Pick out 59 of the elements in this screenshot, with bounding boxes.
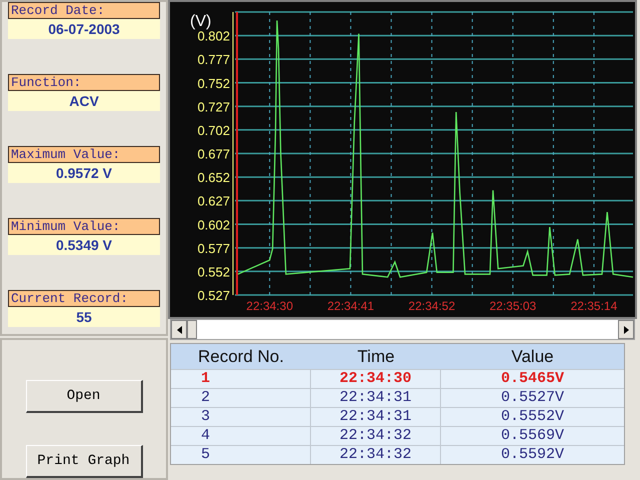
x-tick-label: 22:35:14: [570, 299, 618, 313]
y-tick-label: 0.527: [197, 288, 230, 303]
y-tick-label: 0.552: [197, 264, 230, 280]
field-value: ACV: [8, 91, 160, 111]
x-tick-label: 22:34:30: [246, 299, 293, 313]
scroll-right-button[interactable]: [618, 320, 634, 339]
action-button[interactable]: Open: [26, 380, 142, 413]
left-arrow-icon: [176, 326, 182, 334]
table-cell-text: 0.5592V: [500, 446, 565, 464]
y-tick-label: 0.702: [197, 122, 230, 138]
field-label: Minimum Value:: [8, 218, 160, 235]
right-arrow-icon: [624, 326, 628, 334]
table-cell: 22:34:32: [311, 427, 441, 445]
x-tick-label: 22:35:03: [490, 299, 536, 313]
y-tick-label: 0.577: [197, 240, 230, 256]
action-button[interactable]: Print Graph: [26, 445, 142, 478]
field-value: 0.9572 V: [8, 163, 160, 183]
y-tick-label: 0.652: [197, 170, 230, 186]
table-cell: 4: [171, 427, 311, 445]
table-cell-text: 0.5465V: [500, 370, 565, 388]
table-cell-text: 0.5552V: [500, 408, 565, 426]
table-cell: 22:34:31: [311, 389, 441, 407]
table-row[interactable]: 2 22:34:31 0.5527V: [171, 388, 624, 407]
y-tick-label: 0.727: [197, 99, 230, 114]
column-header[interactable]: Record No.: [171, 344, 311, 369]
y-tick-label: 0.752: [197, 76, 230, 91]
y-tick-label: 0.802: [197, 28, 230, 44]
field-label: Function:: [8, 74, 160, 91]
table-row[interactable]: 3 22:34:31 0.5552V: [171, 407, 624, 426]
table-cell: 5: [171, 446, 311, 464]
table-cell: 22:34:31: [311, 408, 441, 426]
y-axis-label: (V): [190, 13, 212, 30]
field-value: 55: [8, 307, 160, 327]
table-cell: 22:34:30: [311, 370, 441, 388]
y-tick-label: 0.777: [197, 52, 230, 68]
table-cell-text: 0.5569V: [500, 427, 565, 445]
x-tick-label: 22:34:41: [327, 299, 374, 313]
table-row[interactable]: 5 22:34:32 0.5592V: [171, 445, 624, 464]
y-tick-label: 0.677: [197, 146, 230, 162]
field-label: Maximum Value:: [8, 146, 160, 163]
column-header[interactable]: Value: [441, 344, 624, 369]
field-label: Current Record:: [8, 290, 160, 307]
x-tick-label: 22:34:52: [408, 299, 456, 313]
field-label: Record Date:: [8, 2, 160, 19]
scroll-left-button[interactable]: [171, 320, 187, 339]
y-tick-label: 0.627: [197, 194, 230, 209]
horizontal-scrollbar[interactable]: [170, 319, 635, 340]
column-header[interactable]: Time: [311, 344, 441, 369]
table-row[interactable]: 4 22:34:32 0.5569V: [171, 426, 624, 445]
scroll-thumb[interactable]: [187, 320, 197, 339]
field-value: 0.5349 V: [8, 235, 160, 255]
table-row[interactable]: 1 22:34:30 0.5465V: [171, 369, 624, 388]
table-cell: 3: [171, 408, 311, 426]
table-cell: 1: [171, 370, 311, 388]
table-cell-text: 0.5527V: [500, 389, 565, 407]
y-tick-label: 0.602: [197, 217, 230, 232]
field-value: 06-07-2003: [8, 19, 160, 39]
table-cell: 2: [171, 389, 311, 407]
table-cell: 22:34:32: [311, 446, 441, 464]
